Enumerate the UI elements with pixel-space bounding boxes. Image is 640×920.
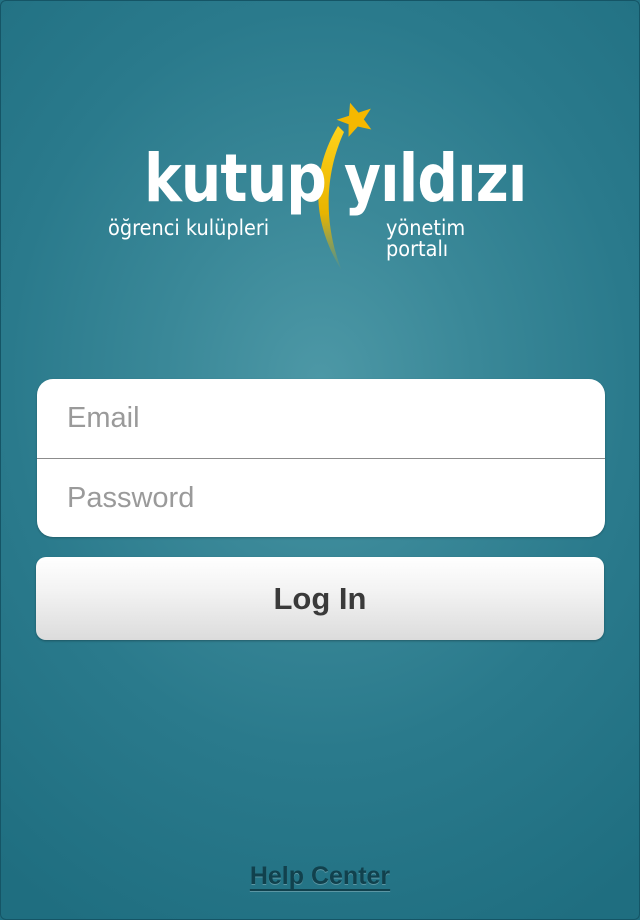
login-button[interactable]: Log In — [36, 557, 604, 640]
email-field[interactable] — [37, 379, 605, 458]
app-logo: kutup yıldızı öğrenci kulüpleri yönetim … — [100, 96, 540, 276]
logo-subtitle-left: öğrenci kulüpleri — [108, 216, 270, 240]
logo-word-yildizi: yıldızı — [344, 140, 527, 217]
help-center-container: Help Center — [0, 862, 640, 891]
logo-subtitle-right: yönetim portalı — [386, 216, 466, 261]
password-field[interactable] — [37, 459, 605, 537]
help-center-link[interactable]: Help Center — [250, 862, 390, 890]
logo-word-kutup: kutup — [144, 140, 327, 217]
login-form — [37, 379, 605, 537]
